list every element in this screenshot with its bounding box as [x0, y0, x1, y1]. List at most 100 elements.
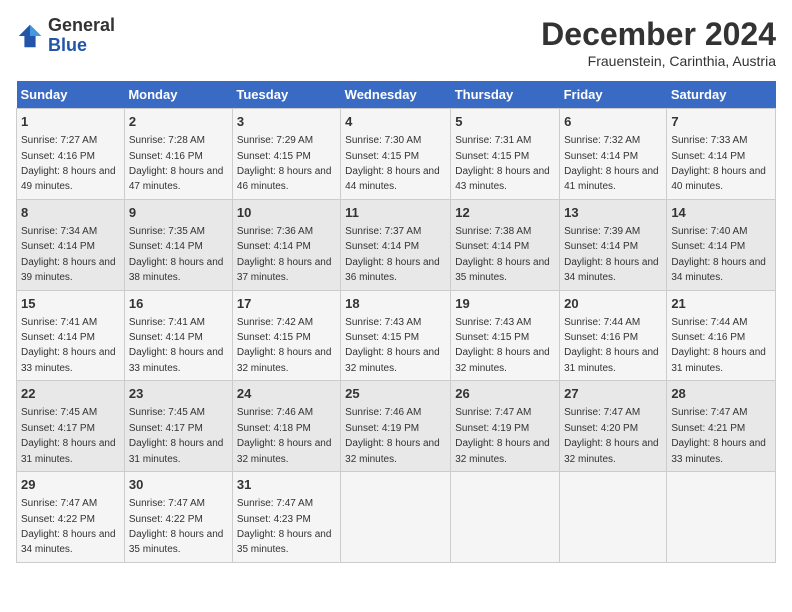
day-info: Sunrise: 7:41 AMSunset: 4:14 PMDaylight:… — [129, 317, 224, 374]
day-number: 5 — [455, 113, 555, 131]
calendar-day-cell: 31 Sunrise: 7:47 AMSunset: 4:23 PMDayligh… — [232, 472, 340, 563]
month-title: December 2024 — [541, 16, 776, 53]
calendar-day-cell: 11 Sunrise: 7:37 AMSunset: 4:14 PMDayligh… — [341, 199, 451, 290]
calendar-table: SundayMondayTuesdayWednesdayThursdayFrid… — [16, 81, 776, 563]
calendar-day-cell: 24Sunrise: 7:46 AMSunset: 4:18 PMDayligh… — [232, 381, 340, 472]
logo-general: General — [48, 15, 115, 35]
day-info: Sunrise: 7:33 AMSunset: 4:14 PMDaylight:… — [671, 135, 766, 192]
calendar-day-cell: 2 Sunrise: 7:28 AMSunset: 4:16 PMDaylight… — [124, 109, 232, 200]
day-number: 17 — [237, 295, 336, 313]
calendar-day-cell: 29 Sunrise: 7:47 AMSunset: 4:22 PMDayligh… — [17, 472, 125, 563]
day-info: Sunrise: 7:41 AMSunset: 4:14 PMDaylight:… — [21, 317, 116, 374]
calendar-day-cell: 26 Sunrise: 7:47 AMSunset: 4:19 PMDayligh… — [451, 381, 560, 472]
calendar-day-cell: 19Sunrise: 7:43 AMSunset: 4:15 PMDayligh… — [451, 290, 560, 381]
day-info: Sunrise: 7:38 AMSunset: 4:14 PMDaylight:… — [455, 226, 550, 283]
day-info: Sunrise: 7:46 AMSunset: 4:18 PMDaylight:… — [237, 407, 332, 464]
weekday-header: Tuesday — [232, 81, 340, 109]
day-number: 29 — [21, 476, 120, 494]
logo: General Blue — [16, 16, 115, 56]
day-info: Sunrise: 7:44 AMSunset: 4:16 PMDaylight:… — [671, 317, 766, 374]
day-number: 9 — [129, 204, 228, 222]
day-info: Sunrise: 7:28 AMSunset: 4:16 PMDaylight:… — [129, 135, 224, 192]
calendar-week-row: 29 Sunrise: 7:47 AMSunset: 4:22 PMDayligh… — [17, 472, 776, 563]
day-info: Sunrise: 7:47 AMSunset: 4:23 PMDaylight:… — [237, 498, 332, 555]
calendar-day-cell: 16 Sunrise: 7:41 AMSunset: 4:14 PMDayligh… — [124, 290, 232, 381]
day-info: Sunrise: 7:46 AMSunset: 4:19 PMDaylight:… — [345, 407, 440, 464]
day-info: Sunrise: 7:43 AMSunset: 4:15 PMDaylight:… — [455, 317, 550, 374]
day-info: Sunrise: 7:30 AMSunset: 4:15 PMDaylight:… — [345, 135, 440, 192]
calendar-day-cell: 3Sunrise: 7:29 AMSunset: 4:15 PMDaylight… — [232, 109, 340, 200]
day-number: 3 — [237, 113, 336, 131]
day-number: 25 — [345, 385, 446, 403]
day-info: Sunrise: 7:44 AMSunset: 4:16 PMDaylight:… — [564, 317, 659, 374]
day-info: Sunrise: 7:47 AMSunset: 4:21 PMDaylight:… — [671, 407, 766, 464]
day-number: 1 — [21, 113, 120, 131]
calendar-day-cell: 9Sunrise: 7:35 AMSunset: 4:14 PMDaylight… — [124, 199, 232, 290]
location-title: Frauenstein, Carinthia, Austria — [541, 53, 776, 69]
page-header: General Blue December 2024 Frauenstein, … — [16, 16, 776, 69]
day-number: 2 — [129, 113, 228, 131]
day-number: 23 — [129, 385, 228, 403]
day-number: 31 — [237, 476, 336, 494]
day-info: Sunrise: 7:45 AMSunset: 4:17 PMDaylight:… — [21, 407, 116, 464]
day-info: Sunrise: 7:45 AMSunset: 4:17 PMDaylight:… — [129, 407, 224, 464]
day-info: Sunrise: 7:40 AMSunset: 4:14 PMDaylight:… — [671, 226, 766, 283]
day-number: 14 — [671, 204, 771, 222]
day-number: 20 — [564, 295, 662, 313]
calendar-week-row: 1 Sunrise: 7:27 AMSunset: 4:16 PMDaylight… — [17, 109, 776, 200]
day-number: 11 — [345, 204, 446, 222]
day-number: 12 — [455, 204, 555, 222]
day-number: 6 — [564, 113, 662, 131]
calendar-week-row: 22Sunrise: 7:45 AMSunset: 4:17 PMDayligh… — [17, 381, 776, 472]
day-number: 18 — [345, 295, 446, 313]
day-number: 30 — [129, 476, 228, 494]
calendar-day-cell: 10Sunrise: 7:36 AMSunset: 4:14 PMDayligh… — [232, 199, 340, 290]
day-info: Sunrise: 7:36 AMSunset: 4:14 PMDaylight:… — [237, 226, 332, 283]
calendar-day-cell: 15 Sunrise: 7:41 AMSunset: 4:14 PMDayligh… — [17, 290, 125, 381]
day-info: Sunrise: 7:47 AMSunset: 4:19 PMDaylight:… — [455, 407, 550, 464]
calendar-day-cell: 17 Sunrise: 7:42 AMSunset: 4:15 PMDayligh… — [232, 290, 340, 381]
day-number: 13 — [564, 204, 662, 222]
logo-icon — [16, 22, 44, 50]
day-info: Sunrise: 7:42 AMSunset: 4:15 PMDaylight:… — [237, 317, 332, 374]
calendar-day-cell: 20 Sunrise: 7:44 AMSunset: 4:16 PMDayligh… — [560, 290, 667, 381]
day-number: 28 — [671, 385, 771, 403]
day-info: Sunrise: 7:39 AMSunset: 4:14 PMDaylight:… — [564, 226, 659, 283]
calendar-day-cell: 22Sunrise: 7:45 AMSunset: 4:17 PMDayligh… — [17, 381, 125, 472]
day-number: 8 — [21, 204, 120, 222]
calendar-day-cell: 18Sunrise: 7:43 AMSunset: 4:15 PMDayligh… — [341, 290, 451, 381]
calendar-day-cell: 27Sunrise: 7:47 AMSunset: 4:20 PMDayligh… — [560, 381, 667, 472]
calendar-day-cell: 5Sunrise: 7:31 AMSunset: 4:15 PMDaylight… — [451, 109, 560, 200]
calendar-day-cell: 30 Sunrise: 7:47 AMSunset: 4:22 PMDayligh… — [124, 472, 232, 563]
weekday-header: Wednesday — [341, 81, 451, 109]
calendar-day-cell: 21 Sunrise: 7:44 AMSunset: 4:16 PMDayligh… — [667, 290, 776, 381]
day-info: Sunrise: 7:47 AMSunset: 4:22 PMDaylight:… — [129, 498, 224, 555]
calendar-day-cell: 13 Sunrise: 7:39 AMSunset: 4:14 PMDayligh… — [560, 199, 667, 290]
day-number: 7 — [671, 113, 771, 131]
calendar-day-cell: 28 Sunrise: 7:47 AMSunset: 4:21 PMDayligh… — [667, 381, 776, 472]
weekday-header: Thursday — [451, 81, 560, 109]
calendar-week-row: 8 Sunrise: 7:34 AMSunset: 4:14 PMDaylight… — [17, 199, 776, 290]
day-number: 15 — [21, 295, 120, 313]
day-info: Sunrise: 7:34 AMSunset: 4:14 PMDaylight:… — [21, 226, 116, 283]
calendar-day-cell — [667, 472, 776, 563]
day-info: Sunrise: 7:27 AMSunset: 4:16 PMDaylight:… — [21, 135, 116, 192]
day-info: Sunrise: 7:47 AMSunset: 4:22 PMDaylight:… — [21, 498, 116, 555]
weekday-header-row: SundayMondayTuesdayWednesdayThursdayFrid… — [17, 81, 776, 109]
calendar-day-cell: 4 Sunrise: 7:30 AMSunset: 4:15 PMDaylight… — [341, 109, 451, 200]
calendar-week-row: 15 Sunrise: 7:41 AMSunset: 4:14 PMDayligh… — [17, 290, 776, 381]
calendar-day-cell — [560, 472, 667, 563]
weekday-header: Sunday — [17, 81, 125, 109]
calendar-day-cell: 6Sunrise: 7:32 AMSunset: 4:14 PMDaylight… — [560, 109, 667, 200]
day-number: 21 — [671, 295, 771, 313]
calendar-day-cell: 1 Sunrise: 7:27 AMSunset: 4:16 PMDaylight… — [17, 109, 125, 200]
calendar-day-cell: 7 Sunrise: 7:33 AMSunset: 4:14 PMDaylight… — [667, 109, 776, 200]
day-number: 16 — [129, 295, 228, 313]
calendar-day-cell — [451, 472, 560, 563]
title-area: December 2024 Frauenstein, Carinthia, Au… — [541, 16, 776, 69]
day-number: 4 — [345, 113, 446, 131]
day-number: 27 — [564, 385, 662, 403]
day-number: 26 — [455, 385, 555, 403]
calendar-day-cell — [341, 472, 451, 563]
day-info: Sunrise: 7:37 AMSunset: 4:14 PMDaylight:… — [345, 226, 440, 283]
